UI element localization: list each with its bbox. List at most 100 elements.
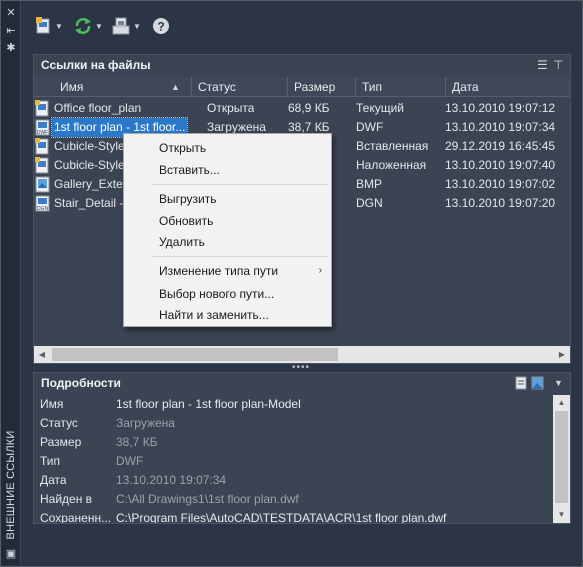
row-date: 29.12.2019 16:45:45 bbox=[445, 139, 556, 153]
details-row: Найден в C:\All Drawings1\1st floor plan.… bbox=[34, 490, 554, 509]
attach-dwg-icon bbox=[36, 17, 50, 34]
details-list: Имя 1st floor plan - 1st floor plan-Model… bbox=[34, 395, 554, 523]
column-header-date[interactable]: Дата bbox=[445, 77, 570, 97]
menu-item-change-path-type[interactable]: Изменение типа пути bbox=[159, 261, 329, 281]
splitter-grip[interactable]: •••• bbox=[292, 363, 310, 373]
details-row: Статус Загружена bbox=[34, 414, 554, 433]
menu-item-select-new-path[interactable]: Выбор нового пути... bbox=[159, 284, 274, 304]
row-type: BMP bbox=[356, 177, 383, 191]
menu-item-unload[interactable]: Выгрузить bbox=[159, 189, 217, 209]
attach-dwg-button[interactable]: ▼ bbox=[36, 14, 63, 38]
svg-text:DGN: DGN bbox=[37, 206, 49, 212]
toolbar: ▼ ▼ ▼ ? bbox=[32, 14, 232, 40]
details-value: Загружена bbox=[116, 416, 175, 430]
menu-item-reload[interactable]: Обновить bbox=[159, 211, 213, 231]
scrollbar-thumb[interactable] bbox=[52, 348, 338, 361]
scroll-up-icon[interactable]: ▲ bbox=[553, 395, 570, 411]
menu-separator bbox=[152, 184, 328, 185]
dwf-file-icon: DWF bbox=[35, 119, 50, 136]
details-view-icon[interactable] bbox=[515, 376, 528, 390]
help-button[interactable]: ? bbox=[152, 14, 170, 38]
row-date: 13.10.2010 19:07:34 bbox=[445, 120, 556, 134]
column-header-label: Дата bbox=[452, 80, 479, 94]
details-title: Подробности bbox=[41, 376, 121, 390]
context-menu: Открыть Вставить... Выгрузить Обновить У… bbox=[123, 133, 332, 327]
row-name: Gallery_Exteri bbox=[54, 177, 124, 191]
column-header-type[interactable]: Тип bbox=[355, 77, 445, 97]
menu-item-label: Изменение типа пути bbox=[159, 264, 279, 278]
table-header: Имя ▲ Статус Размер Тип Дата bbox=[34, 77, 570, 97]
dwg-file-icon bbox=[35, 157, 49, 174]
row-type: Текущий bbox=[356, 101, 404, 115]
horizontal-scrollbar[interactable]: ◀ ▶ bbox=[34, 346, 570, 363]
menu-item-find-replace[interactable]: Найти и заменить... bbox=[159, 305, 269, 325]
row-status: Открыта bbox=[207, 101, 255, 115]
svg-text:?: ? bbox=[157, 20, 164, 34]
auto-hide-icon[interactable]: ⇤ bbox=[4, 24, 18, 38]
row-name: Cubicle-Style bbox=[54, 158, 124, 172]
menu-item-delete[interactable]: Удалить bbox=[159, 232, 205, 252]
properties-icon[interactable]: ✱ bbox=[4, 41, 18, 55]
image-file-icon bbox=[35, 176, 50, 193]
preview-view-icon[interactable] bbox=[531, 376, 544, 390]
file-references-header: Ссылки на файлы ☰ ⊤ bbox=[34, 55, 570, 75]
svg-text:DWF: DWF bbox=[37, 130, 48, 136]
sort-ascending-icon: ▲ bbox=[171, 82, 180, 92]
column-header-label: Имя bbox=[60, 80, 84, 94]
row-name: Stair_Detail - bbox=[54, 196, 124, 210]
list-view-icon[interactable]: ☰ bbox=[537, 55, 548, 75]
column-header-label: Статус bbox=[198, 80, 236, 94]
row-date: 13.10.2010 19:07:12 bbox=[445, 101, 556, 115]
row-name: Office floor_plan bbox=[54, 101, 142, 115]
details-value: 1st floor plan - 1st floor plan-Model bbox=[116, 397, 301, 411]
dwg-file-icon bbox=[35, 138, 49, 155]
close-icon[interactable]: ✕ bbox=[4, 6, 18, 20]
column-header-size[interactable]: Размер bbox=[287, 77, 355, 97]
row-date: 13.10.2010 19:07:40 bbox=[445, 158, 556, 172]
column-header-label: Размер bbox=[294, 80, 336, 94]
details-label: Дата bbox=[40, 473, 67, 487]
scroll-left-icon[interactable]: ◀ bbox=[34, 346, 50, 363]
details-dropdown-icon[interactable]: ▼ bbox=[554, 373, 563, 393]
details-value: 38,7 КБ bbox=[116, 435, 158, 449]
row-date: 13.10.2010 19:07:02 bbox=[445, 177, 556, 191]
details-value: DWF bbox=[116, 454, 144, 468]
tree-view-icon[interactable]: ⊤ bbox=[553, 55, 563, 75]
palette-title: ВНЕШНИЕ ССЫЛКИ bbox=[5, 430, 17, 540]
change-path-button[interactable]: ▼ bbox=[112, 14, 141, 38]
row-size: 68,9 КБ bbox=[288, 101, 330, 115]
column-header-name[interactable]: Имя ▲ bbox=[52, 77, 192, 97]
row-name: Cubicle-Style bbox=[54, 139, 124, 153]
details-label: Тип bbox=[40, 454, 61, 468]
menu-separator bbox=[152, 256, 328, 257]
column-header-label: Тип bbox=[362, 80, 383, 94]
scroll-down-icon[interactable]: ▼ bbox=[553, 507, 570, 523]
scroll-right-icon[interactable]: ▶ bbox=[554, 346, 570, 363]
menu-item-insert[interactable]: Вставить... bbox=[159, 160, 220, 180]
row-type: Наложенная bbox=[356, 158, 427, 172]
details-row: Сохраненн... C:\Program Files\AutoCAD\TES… bbox=[34, 509, 554, 523]
details-panel: Подробности ▼ Имя 1st floor plan - 1st fl… bbox=[33, 372, 571, 524]
dgn-file-icon: DGN bbox=[35, 195, 50, 212]
dwg-file-icon bbox=[35, 100, 49, 117]
menu-item-open[interactable]: Открыть bbox=[159, 138, 206, 158]
column-header-status[interactable]: Статус bbox=[191, 77, 288, 97]
details-label: Сохраненн... bbox=[40, 511, 112, 523]
scrollbar-thumb[interactable] bbox=[555, 411, 568, 503]
row-type: DGN bbox=[356, 196, 383, 210]
chevron-right-icon: › bbox=[318, 265, 322, 276]
details-label: Статус bbox=[40, 416, 78, 430]
details-header: Подробности ▼ bbox=[34, 373, 570, 393]
details-row: Дата 13.10.2010 19:07:34 bbox=[34, 471, 554, 490]
vertical-scrollbar[interactable]: ▲ ▼ bbox=[553, 395, 570, 523]
palette-icon: ▣ bbox=[5, 548, 17, 560]
file-references-title: Ссылки на файлы bbox=[41, 58, 151, 72]
details-row: Размер 38,7 КБ bbox=[34, 433, 554, 452]
row-date: 13.10.2010 19:07:20 bbox=[445, 196, 556, 210]
refresh-button[interactable]: ▼ bbox=[74, 14, 103, 38]
details-row: Имя 1st floor plan - 1st floor plan-Model bbox=[34, 395, 554, 414]
details-row: Тип DWF bbox=[34, 452, 554, 471]
table-row[interactable]: Office floor_plan Открыта 68,9 КБ Текущи… bbox=[34, 99, 570, 118]
refresh-icon bbox=[75, 18, 91, 34]
change-path-icon bbox=[112, 17, 130, 35]
